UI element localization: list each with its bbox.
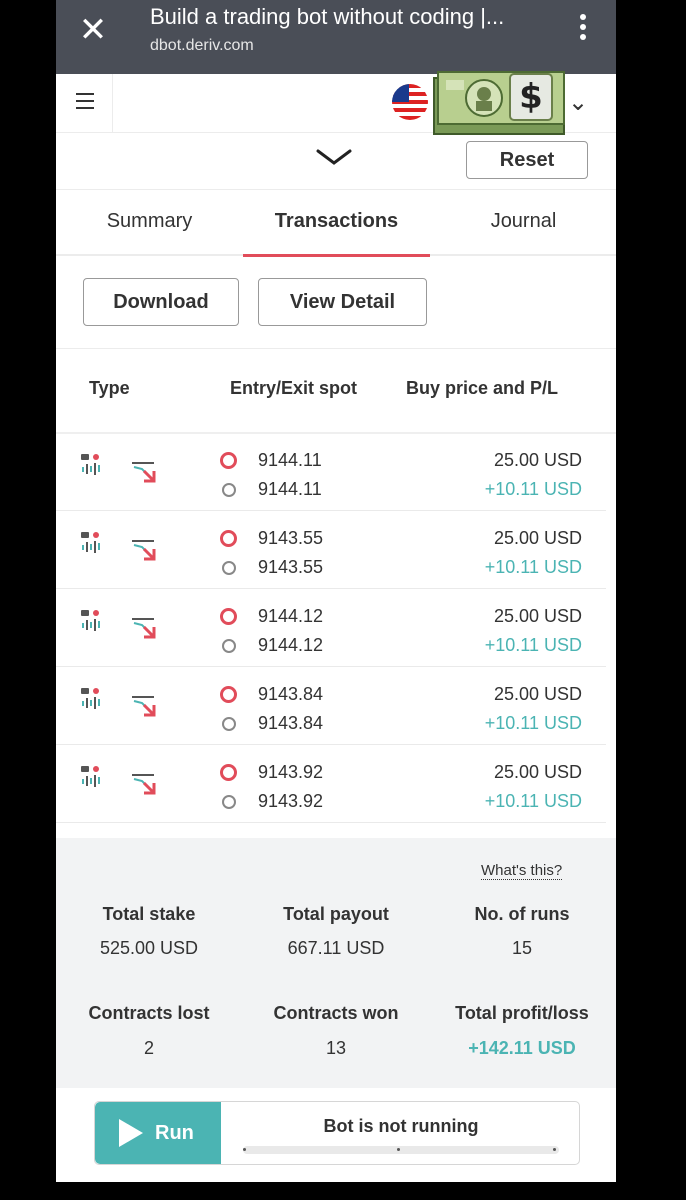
chevron-down-icon[interactable] [314,145,354,169]
bot-status-text: Bot is not running [323,1116,479,1136]
exit-spot-icon [222,717,236,731]
contract-type-icon [81,532,100,553]
download-button[interactable]: Download [83,278,239,326]
exit-spot: 9143.55 [258,557,324,577]
runs-value: 15 [511,938,533,958]
svg-text:$: $ [519,77,543,117]
phone-screen: ✕ Build a trading bot without coding |..… [56,0,616,1182]
entry-spot-icon [220,608,237,625]
contract-type-icon [81,610,100,631]
contracts-lost-value: 2 [143,1038,154,1058]
run-button-label: Run [155,1121,194,1144]
exit-spot-icon [222,483,236,497]
collapse-row: Reset [56,133,616,190]
entry-spot: 9143.92 [258,762,324,782]
buy-price: 25.00 USD [493,684,582,704]
entry-spot: 9143.84 [258,684,324,704]
exit-spot-icon [222,639,236,653]
fall-trade-icon [132,774,156,795]
table-row[interactable]: 9144.12 9144.12 25.00 USD +10.11 USD [56,589,606,667]
view-detail-button[interactable]: View Detail [258,278,427,326]
total-profit-value: +142.11 USD [468,1038,576,1058]
exit-spot: 9143.84 [258,713,324,733]
profit-loss: +10.11 USD [484,791,582,811]
contract-type-icon [81,688,100,709]
contracts-won-label: Contracts won [273,1003,399,1023]
buy-price: 25.00 USD [493,528,582,548]
fall-trade-icon [132,618,156,639]
buy-price: 25.00 USD [493,762,582,782]
contracts-won-value: 13 [325,1038,347,1058]
fall-trade-icon [132,462,156,483]
reset-button[interactable]: Reset [466,141,588,179]
us-flag-icon[interactable] [392,84,428,120]
profit-loss: +10.11 USD [484,557,582,577]
whats-this-link[interactable]: What's this? [481,862,563,880]
browser-url[interactable]: dbot.deriv.com [150,37,254,55]
entry-spot: 9144.11 [258,450,322,470]
entry-spot: 9144.12 [258,606,324,626]
column-header-price: Buy price and P/L [406,378,559,398]
exit-spot: 9144.11 [258,479,322,499]
browser-bar: ✕ Build a trading bot without coding |..… [56,0,616,74]
column-header-type: Type [89,378,130,398]
total-stake-label: Total stake [102,904,196,924]
bot-progress-track [243,1146,559,1154]
entry-spot-icon [220,764,237,781]
tab-bar: Summary Transactions Journal [56,190,616,257]
contracts-lost-label: Contracts lost [88,1003,210,1023]
active-tab-indicator [243,254,430,257]
table-row[interactable]: 9143.92 9143.92 25.00 USD +10.11 USD [56,745,606,823]
exit-spot-icon [222,561,236,575]
exit-spot: 9143.92 [258,791,324,811]
total-payout-label: Total payout [283,904,389,924]
total-stake-value: 525.00 USD [99,938,199,958]
runs-label: No. of runs [474,904,570,924]
hamburger-icon[interactable] [76,93,94,109]
more-vert-icon[interactable] [580,14,588,44]
money-bill-icon[interactable]: $ [432,64,566,136]
table-row[interactable]: 9143.55 9143.55 25.00 USD +10.11 USD [56,511,606,589]
entry-spot-icon [220,530,237,547]
summary-panel: What's this? Total stake 525.00 USD Tota… [56,838,616,1088]
exit-spot-icon [222,795,236,809]
profit-loss: +10.11 USD [484,479,582,499]
tab-transactions[interactable]: Transactions [243,190,430,252]
tab-summary[interactable]: Summary [56,190,243,252]
fall-trade-icon [132,540,156,561]
transactions-toolbar: Download View Detail [56,258,616,349]
fall-trade-icon [132,696,156,717]
profit-loss: +10.11 USD [484,635,582,655]
table-header: Type Entry/Exit spot Buy price and P/L [56,348,616,434]
contract-type-icon [81,766,100,787]
tab-journal[interactable]: Journal [430,190,616,252]
column-header-spot: Entry/Exit spot [230,378,358,398]
entry-spot-icon [220,452,237,469]
account-chevron-icon[interactable]: ⌄ [568,88,588,116]
exit-spot: 9144.12 [258,635,324,655]
buy-price: 25.00 USD [493,606,582,626]
contract-type-icon [81,454,100,475]
entry-spot-icon [220,686,237,703]
buy-price: 25.00 USD [493,450,582,470]
table-row[interactable]: 9144.11 9144.11 25.00 USD +10.11 USD [56,433,606,511]
total-payout-value: 667.11 USD [287,938,385,958]
entry-spot: 9143.55 [258,528,324,548]
table-row[interactable]: 9143.84 9143.84 25.00 USD +10.11 USD [56,667,606,745]
browser-page-title: Build a trading bot without coding |... [150,4,505,29]
profit-loss: +10.11 USD [484,713,582,733]
total-profit-label: Total profit/loss [455,1003,589,1023]
run-button[interactable]: Run [95,1102,221,1164]
close-icon[interactable]: ✕ [76,13,110,47]
app-header: $ ⌄ [56,71,616,135]
play-icon [119,1119,143,1147]
run-panel: Run Bot is not running [94,1101,580,1165]
header-divider [112,74,113,132]
